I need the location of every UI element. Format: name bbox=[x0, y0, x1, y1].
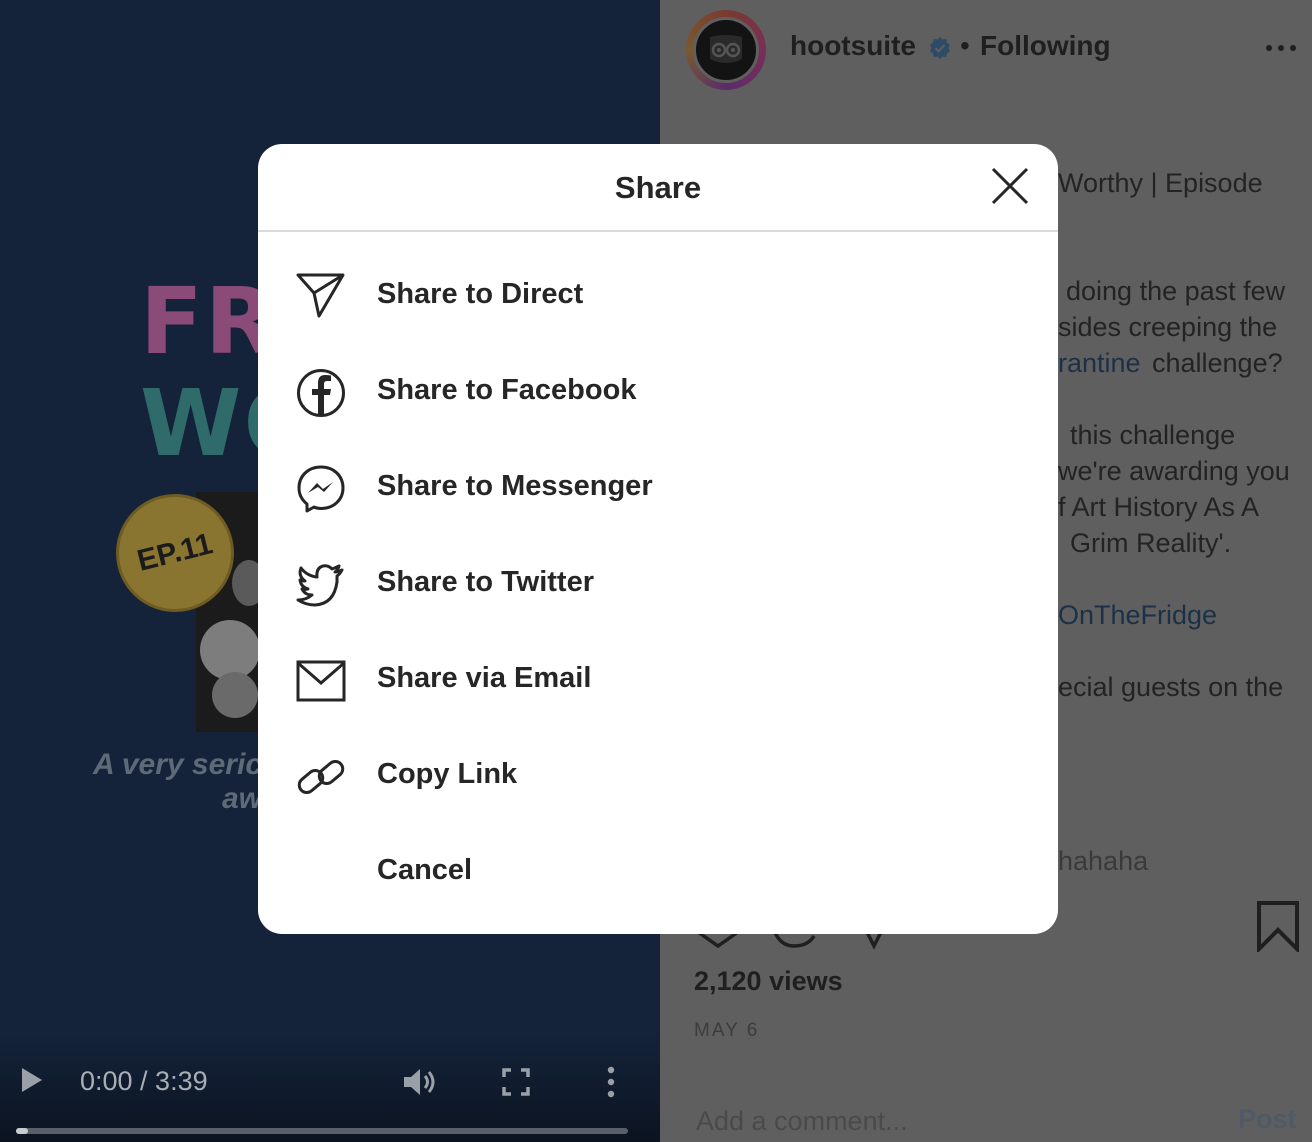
link-icon bbox=[297, 759, 345, 795]
messenger-icon bbox=[297, 465, 345, 513]
share-to-messenger-button[interactable]: Share to Messenger bbox=[258, 440, 1058, 536]
share-via-email-button[interactable]: Share via Email bbox=[258, 632, 1058, 728]
twitter-icon bbox=[296, 564, 344, 607]
share-to-direct-button[interactable]: Share to Direct bbox=[258, 248, 1058, 344]
share-to-facebook-button[interactable]: Share to Facebook bbox=[258, 344, 1058, 440]
share-to-twitter-button[interactable]: Share to Twitter bbox=[258, 536, 1058, 632]
share-item-label: Share to Direct bbox=[377, 278, 584, 310]
email-icon bbox=[296, 660, 346, 702]
cancel-label: Cancel bbox=[377, 854, 473, 886]
share-dialog: Share Share to Direct Share to Facebook … bbox=[258, 144, 1058, 934]
share-item-label: Share to Facebook bbox=[377, 374, 637, 406]
share-dialog-header: Share bbox=[258, 144, 1058, 232]
share-item-label: Share via Email bbox=[377, 662, 592, 694]
share-item-label: Share to Twitter bbox=[377, 566, 594, 598]
paper-plane-icon bbox=[296, 273, 345, 318]
share-item-label: Share to Messenger bbox=[377, 470, 653, 502]
share-dialog-title: Share bbox=[614, 170, 702, 205]
copy-link-button[interactable]: Copy Link bbox=[258, 728, 1058, 824]
close-icon[interactable] bbox=[990, 166, 1030, 206]
cancel-button[interactable]: Cancel bbox=[258, 824, 1058, 920]
share-item-label: Copy Link bbox=[377, 758, 518, 790]
facebook-icon bbox=[297, 369, 345, 417]
